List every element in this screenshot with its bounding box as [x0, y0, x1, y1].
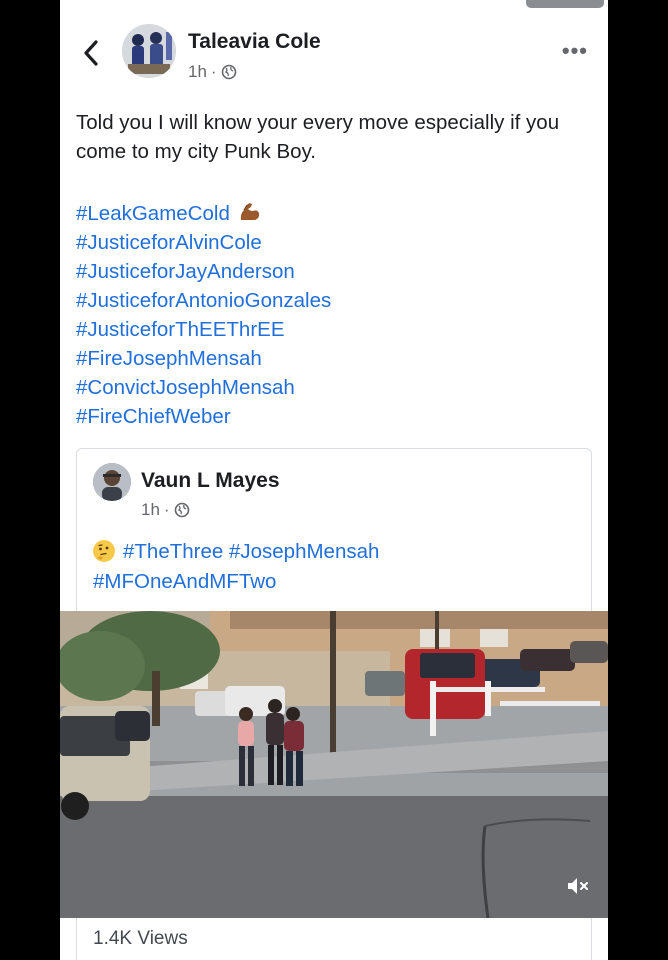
shared-post-time[interactable]: 1h — [141, 500, 160, 520]
avatar-image — [93, 463, 131, 501]
hashtag-link[interactable]: #ConvictJosephMensah — [76, 373, 592, 402]
facebook-post-screen: Taleavia Cole 1h · ••• Told you I will k… — [60, 0, 608, 960]
author-name[interactable]: Taleavia Cole — [188, 30, 321, 54]
hashtag-link[interactable]: #LeakGameCold — [76, 199, 592, 228]
more-dots-icon[interactable]: ••• — [562, 38, 588, 64]
avatar-image — [122, 24, 176, 78]
meta-separator: · — [210, 62, 217, 81]
hashtag-link[interactable]: #JusticeforJayAnderson — [76, 257, 592, 286]
post-header: Taleavia Cole 1h · ••• — [60, 24, 608, 86]
speaker-muted-icon[interactable] — [566, 874, 590, 898]
hashtag-line-2[interactable]: #MFOneAndMFTwo — [93, 570, 276, 593]
globe-icon — [174, 502, 189, 518]
video-frame — [60, 611, 608, 918]
hashtag-link[interactable]: #JusticeforAlvinCole — [76, 228, 592, 257]
hashtag-link[interactable]: #JusticeforAntonioGonzales — [76, 286, 592, 315]
post-time[interactable]: 1h — [188, 62, 207, 82]
meta-separator: · — [163, 500, 170, 519]
hashtag-list: #LeakGameCold #JusticeforAlvinCole #Just… — [76, 199, 592, 431]
post-text: Told you I will know your every move esp… — [76, 111, 560, 163]
hashtag-link[interactable]: #JusticeforThEEThrEE — [76, 315, 592, 344]
thinking-face-emoji — [93, 540, 115, 562]
flexed-biceps-emoji — [238, 201, 262, 223]
chevron-left-icon[interactable] — [80, 36, 102, 70]
shared-author-avatar[interactable] — [93, 463, 131, 501]
video-view-count: 1.4K Views — [76, 918, 592, 960]
hashtag-link[interactable]: #FireChiefWeber — [76, 402, 592, 431]
shared-post-meta: 1h · — [141, 500, 190, 520]
globe-icon — [221, 64, 236, 80]
status-bar-indicator — [526, 0, 604, 8]
hashtag-line-1[interactable]: #TheThree #JosephMensah — [123, 540, 379, 563]
shared-author-name[interactable]: Vaun L Mayes — [141, 469, 280, 493]
video-player[interactable] — [60, 611, 608, 918]
shared-post-text: #TheThree #JosephMensah #MFOneAndMFTwo — [93, 537, 577, 597]
hashtag-link[interactable]: #FireJosephMensah — [76, 344, 592, 373]
author-avatar[interactable] — [122, 24, 176, 78]
post-meta: 1h · — [188, 62, 237, 82]
